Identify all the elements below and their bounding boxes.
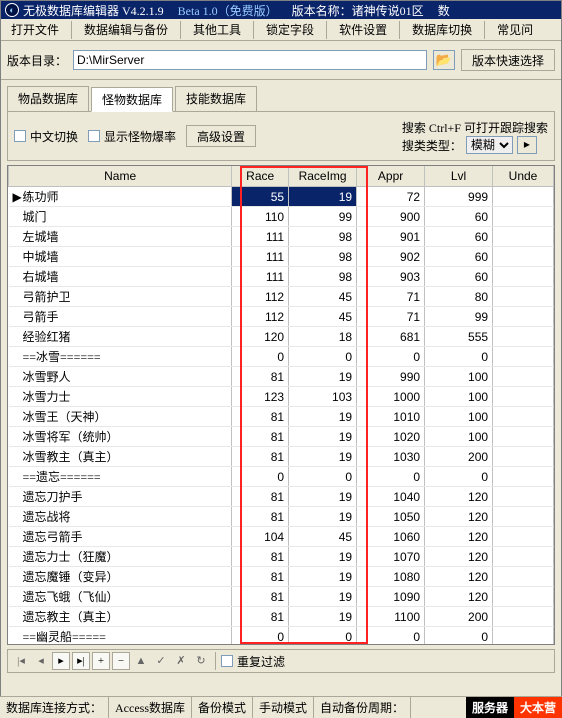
table-row[interactable]: 城门1109990060 (9, 207, 554, 227)
quick-select-button[interactable]: 版本快速选择 (461, 49, 555, 71)
title-text-1: 无极数据库编辑器 V4.2.1.9 (23, 2, 164, 19)
table-row[interactable]: 弓箭手112457199 (9, 307, 554, 327)
title-text-2: Beta 1.0（免费版） (178, 2, 278, 19)
menu-item[interactable]: 数据库切换 (402, 18, 482, 41)
table-row[interactable]: 冰雪将军（统帅）81191020100 (9, 427, 554, 447)
title-text-3: 版本名称：诸神传说01区 (292, 2, 424, 19)
menu-item[interactable]: 软件设置 (329, 18, 397, 41)
record-navigator: |◂◂▸▸|+−▲✓✗↻ 重复过滤 (7, 649, 555, 673)
table-row[interactable]: 经验红猪12018681555 (9, 327, 554, 347)
search-type-select[interactable]: 模糊 (466, 136, 513, 154)
cn-switch-checkbox[interactable]: 中文切换 (14, 128, 78, 145)
menu-item[interactable]: 数据编辑与备份 (74, 18, 178, 41)
table-row[interactable]: 冰雪野人8119990100 (9, 367, 554, 387)
status-item: 数据库连接方式： (0, 697, 109, 718)
search-hint: 搜索 Ctrl+F 可打开跟踪搜索 (402, 118, 548, 136)
column-header[interactable]: Name (9, 166, 232, 187)
nav-button: ✓ (152, 652, 170, 670)
menu-item[interactable]: 打开文件 (1, 18, 69, 41)
nav-button[interactable]: ▸ (52, 652, 70, 670)
column-header[interactable]: Unde (493, 166, 554, 187)
table-row[interactable]: 遗忘飞蛾（飞仙）81191090120 (9, 587, 554, 607)
status-bar: 数据库连接方式：Access数据库备份模式手动模式自动备份周期： 服务器大本营 (0, 696, 562, 718)
menu-item[interactable]: 其他工具 (183, 18, 251, 41)
column-header[interactable]: RaceImg (289, 166, 357, 187)
status-item: 手动模式 (253, 697, 314, 718)
filter-panel: 中文切换 显示怪物爆率 高级设置 搜索 Ctrl+F 可打开跟踪搜索 搜类类型：… (7, 111, 555, 161)
status-item: 自动备份周期： (314, 697, 411, 718)
table-row[interactable]: 遗忘战将81191050120 (9, 507, 554, 527)
table-row[interactable]: 遗忘弓箭手104451060120 (9, 527, 554, 547)
table-row[interactable]: 冰雪教主（真主）81191030200 (9, 447, 554, 467)
table-row[interactable]: 冰雪王（天神）81191010100 (9, 407, 554, 427)
table-row[interactable]: ==幽灵船=====0000 (9, 627, 554, 646)
nav-button: ▲ (132, 652, 150, 670)
nav-button[interactable]: + (92, 652, 110, 670)
search-area: 搜索 Ctrl+F 可打开跟踪搜索 搜类类型： 模糊 ▸ (402, 118, 548, 154)
brand-logo: 服务器大本营 (466, 697, 562, 718)
table-row[interactable]: ==遗忘======0000 (9, 467, 554, 487)
nav-button: ↻ (192, 652, 210, 670)
table-row[interactable]: 冰雪力士1231031000100 (9, 387, 554, 407)
menu-bar: 打开文件数据编辑与备份其他工具锁定字段软件设置数据库切换常见问 (1, 19, 561, 41)
table-row[interactable]: 遗忘刀护手81191040120 (9, 487, 554, 507)
browse-folder-button[interactable]: 📂 (433, 50, 455, 70)
table-row[interactable]: 右城墙1119890360 (9, 267, 554, 287)
repeat-filter-checkbox[interactable]: 重复过滤 (221, 653, 285, 670)
table-row[interactable]: 中城墙1119890260 (9, 247, 554, 267)
table-row[interactable]: 弓箭护卫112457180 (9, 287, 554, 307)
table-row[interactable]: ==冰雪======0000 (9, 347, 554, 367)
nav-button[interactable]: ▸| (72, 652, 90, 670)
data-grid[interactable]: NameRaceRaceImgApprLvlUnde ▶练功师551972999… (7, 165, 555, 645)
column-header[interactable]: Race (232, 166, 289, 187)
nav-button: ◂ (32, 652, 50, 670)
menu-item[interactable]: 锁定字段 (256, 18, 324, 41)
advanced-settings-button[interactable]: 高级设置 (186, 125, 256, 147)
tab[interactable]: 技能数据库 (175, 86, 257, 111)
search-type-label: 搜类类型： (402, 137, 462, 154)
app-icon: ◐ (5, 3, 19, 17)
search-go-button[interactable]: ▸ (517, 136, 537, 154)
path-input[interactable] (73, 50, 427, 70)
show-drop-label: 显示怪物爆率 (104, 128, 176, 145)
title-text-4: 数 (438, 2, 450, 19)
table-row[interactable]: ▶练功师551972999 (9, 187, 554, 207)
table-row[interactable]: 遗忘力士（狂魔）81191070120 (9, 547, 554, 567)
tab[interactable]: 怪物数据库 (91, 87, 173, 112)
table-row[interactable]: 遗忘魔锤（变异）81191080120 (9, 567, 554, 587)
path-row: 版本目录： 📂 版本快速选择 (1, 41, 561, 80)
menu-item[interactable]: 常见问 (487, 18, 543, 41)
tab-row: 物品数据库怪物数据库技能数据库 (1, 80, 561, 111)
path-label: 版本目录： (7, 52, 67, 69)
show-drop-checkbox[interactable]: 显示怪物爆率 (88, 128, 176, 145)
column-header[interactable]: Appr (357, 166, 425, 187)
status-item: 备份模式 (192, 697, 253, 718)
title-bar: ◐ 无极数据库编辑器 V4.2.1.9 Beta 1.0（免费版） 版本名称：诸… (1, 1, 561, 19)
status-item: Access数据库 (109, 697, 192, 718)
nav-button[interactable]: − (112, 652, 130, 670)
nav-button: ✗ (172, 652, 190, 670)
column-header[interactable]: Lvl (425, 166, 493, 187)
nav-button: |◂ (12, 652, 30, 670)
cn-switch-label: 中文切换 (30, 128, 78, 145)
table-row[interactable]: 左城墙1119890160 (9, 227, 554, 247)
table-row[interactable]: 遗忘教主（真主）81191100200 (9, 607, 554, 627)
tab[interactable]: 物品数据库 (7, 86, 89, 111)
